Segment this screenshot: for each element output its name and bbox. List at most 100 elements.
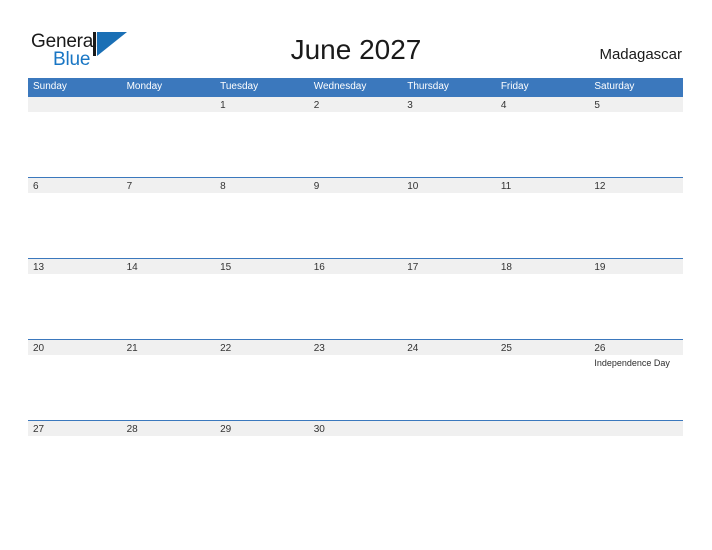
- day-number-band: [495, 420, 590, 436]
- calendar-week-row: 1 2 3 4 5: [28, 96, 683, 177]
- day-number-band: 24: [402, 339, 496, 355]
- calendar-day-cell-empty: [589, 420, 683, 501]
- weekday-header-thursday: Thursday: [407, 81, 449, 92]
- day-number-band: 12: [589, 177, 683, 193]
- calendar-day-cell[interactable]: 7: [121, 177, 216, 258]
- calendar-day-cell[interactable]: 16: [308, 258, 403, 339]
- day-number-band: 19: [589, 258, 683, 274]
- day-number-band: 10: [402, 177, 496, 193]
- day-number-band: 17: [402, 258, 496, 274]
- calendar-grid: Sunday Monday Tuesday Wednesday Thursday Frid…: [28, 78, 683, 501]
- calendar-day-cell[interactable]: 3: [402, 96, 496, 177]
- day-number-band: 14: [121, 258, 216, 274]
- day-number-band: 18: [495, 258, 590, 274]
- calendar-day-cell[interactable]: 9: [308, 177, 403, 258]
- calendar-day-cell[interactable]: 2: [308, 96, 403, 177]
- day-number: 5: [594, 100, 600, 111]
- day-number: 10: [407, 181, 419, 192]
- calendar-day-cell-empty: [121, 96, 216, 177]
- calendar-day-cell[interactable]: 22: [215, 339, 309, 420]
- calendar-day-cell[interactable]: 13: [28, 258, 122, 339]
- day-number-band: 1: [215, 96, 309, 112]
- weekday-header-saturday: Saturday: [594, 81, 635, 92]
- day-number: 8: [220, 181, 226, 192]
- weekday-header-sunday: Sunday: [33, 81, 67, 92]
- day-number: 26: [594, 343, 606, 354]
- calendar-day-cell[interactable]: 28: [121, 420, 216, 501]
- calendar-day-cell[interactable]: 25: [495, 339, 590, 420]
- day-number: 6: [33, 181, 39, 192]
- holiday-event-label[interactable]: Independence Day: [594, 357, 680, 369]
- calendar-day-cell[interactable]: 30: [308, 420, 403, 501]
- calendar-day-cell[interactable]: 20: [28, 339, 122, 420]
- day-number: 1: [220, 100, 226, 111]
- calendar-day-cell[interactable]: 21: [121, 339, 216, 420]
- calendar-week-row: 20 21 22 23 24 25 26 Independence Day: [28, 339, 683, 420]
- day-number-band: 13: [28, 258, 122, 274]
- calendar-day-cell[interactable]: 27: [28, 420, 122, 501]
- day-number: 30: [313, 424, 325, 435]
- day-number: 22: [220, 343, 232, 354]
- calendar-week-row: 27 28 29 30: [28, 420, 683, 501]
- calendar-day-cell[interactable]: 8: [215, 177, 309, 258]
- day-number-band: 20: [28, 339, 122, 355]
- day-number-band: 28: [121, 420, 216, 436]
- weekday-header-tuesday: Tuesday: [220, 81, 259, 92]
- day-number: 23: [313, 343, 325, 354]
- day-number-band: 5: [589, 96, 683, 112]
- calendar-day-cell[interactable]: 29: [215, 420, 309, 501]
- day-number: 12: [594, 181, 606, 192]
- day-number: 2: [313, 100, 320, 111]
- day-number: 24: [407, 343, 419, 354]
- day-number-band: [28, 96, 122, 112]
- calendar-day-cell[interactable]: 17: [402, 258, 496, 339]
- day-number-band: 21: [121, 339, 216, 355]
- day-number: 4: [500, 100, 507, 111]
- calendar-day-cell[interactable]: 14: [121, 258, 216, 339]
- calendar-day-cell-empty: [495, 420, 590, 501]
- day-number: 20: [33, 343, 45, 354]
- calendar-day-cell[interactable]: 23: [308, 339, 403, 420]
- weekday-header-friday: Friday: [500, 81, 529, 92]
- country-label: Madagascar: [599, 46, 682, 63]
- day-events: Independence Day: [594, 357, 680, 369]
- day-number-band: 23: [308, 339, 403, 355]
- calendar-weeks: 1 2 3 4 5 6 7 8 9 10 11 12 13 14 15 16 17 18 19 20 21 22 23 24 2…: [28, 96, 683, 501]
- calendar-day-cell[interactable]: 19: [589, 258, 683, 339]
- day-number: 13: [33, 262, 45, 273]
- calendar-day-cell[interactable]: 11: [495, 177, 590, 258]
- day-number-band: 2: [308, 96, 403, 112]
- calendar-day-cell[interactable]: 12: [589, 177, 683, 258]
- day-number-band: 26: [589, 339, 683, 355]
- calendar-day-cell[interactable]: 10: [402, 177, 496, 258]
- day-number: 27: [33, 424, 45, 435]
- day-number: 9: [313, 181, 320, 192]
- day-number-band: [121, 96, 216, 112]
- day-number-band: 9: [308, 177, 403, 193]
- day-number: 29: [220, 424, 232, 435]
- day-number-band: 8: [215, 177, 309, 193]
- day-number: 14: [126, 262, 138, 273]
- day-number: 17: [407, 262, 419, 273]
- weekday-header-row: Sunday Monday Tuesday Wednesday Thursday Frid…: [28, 78, 683, 96]
- day-number-band: 27: [28, 420, 122, 436]
- calendar-day-cell[interactable]: 26 Independence Day: [589, 339, 683, 420]
- calendar-day-cell[interactable]: 6: [28, 177, 122, 258]
- day-number: 18: [500, 262, 512, 273]
- day-number-band: [589, 420, 683, 436]
- calendar-day-cell[interactable]: 5: [589, 96, 683, 177]
- calendar-day-cell[interactable]: 1: [215, 96, 309, 177]
- day-number-band: 16: [308, 258, 403, 274]
- calendar-week-row: 6 7 8 9 10 11 12: [28, 177, 683, 258]
- day-number: 3: [407, 100, 413, 111]
- calendar-day-cell[interactable]: 4: [495, 96, 590, 177]
- calendar-day-cell[interactable]: 18: [495, 258, 590, 339]
- page-header: General Blue June 2027 Madagascar: [0, 0, 712, 78]
- weekday-header-monday: Monday: [126, 81, 163, 92]
- day-number: 15: [220, 262, 232, 273]
- day-number: 11: [500, 181, 512, 192]
- calendar-week-row: 13 14 15 16 17 18 19: [28, 258, 683, 339]
- calendar-day-cell[interactable]: 15: [215, 258, 309, 339]
- calendar-day-cell[interactable]: 24: [402, 339, 496, 420]
- day-number: 25: [500, 343, 512, 354]
